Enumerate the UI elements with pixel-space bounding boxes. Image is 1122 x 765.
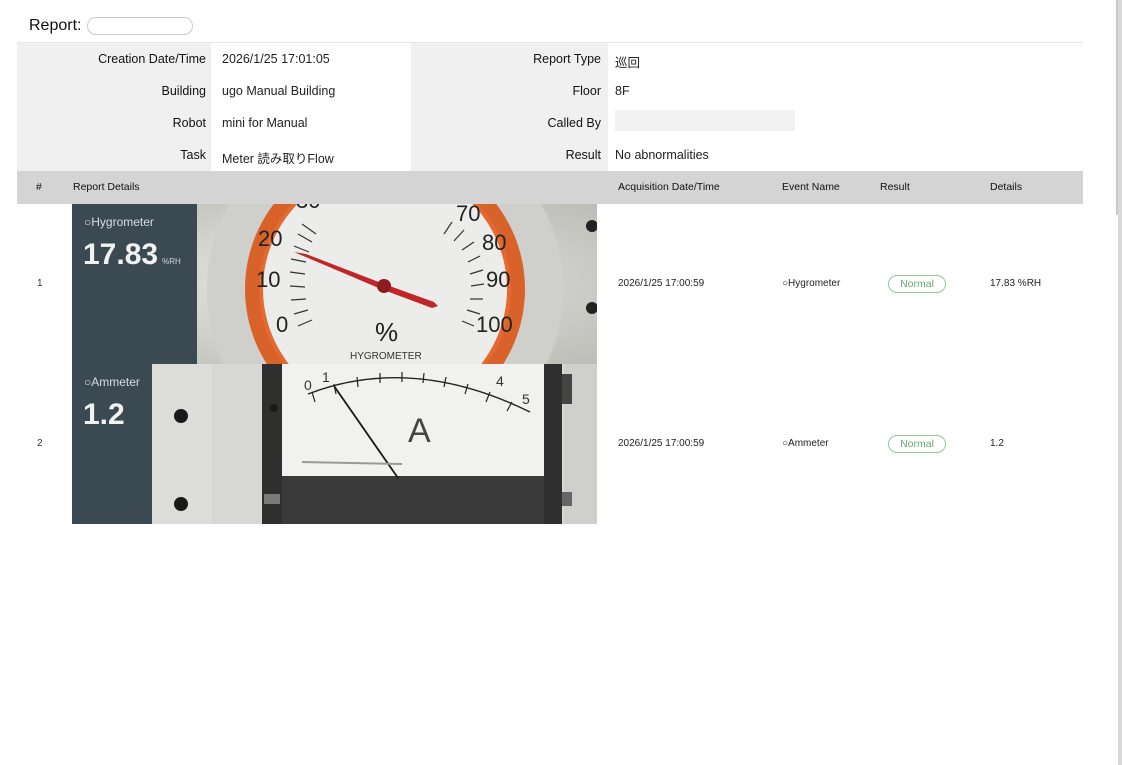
row-index: 1 — [37, 278, 43, 289]
scrollbar[interactable] — [1116, 0, 1122, 765]
tick-label: 0 — [304, 377, 312, 393]
meter-image[interactable]: 0 1 4 5 A ○Ammeter 1.2 — [72, 364, 597, 524]
col-details-header: Details — [990, 181, 1023, 193]
result-details: 17.83 %RH — [990, 278, 1042, 289]
acquisition-datetime: 2026/1/25 17:00:59 — [618, 438, 705, 449]
report-title: Report: — [29, 17, 82, 34]
report-type-value: 巡回 — [615, 56, 641, 70]
result-value: No abnormalities — [615, 148, 709, 162]
col-index-header: # — [36, 181, 42, 193]
reading-overlay: ○Ammeter 1.2 — [72, 364, 152, 524]
result-label: Result — [565, 148, 601, 162]
event-name: ○Hygrometer — [782, 278, 841, 289]
status-badge: Normal — [888, 275, 946, 293]
called-by-label: Called By — [547, 116, 602, 130]
col-report-details-header: Report Details — [73, 181, 140, 193]
building-label: Building — [161, 84, 206, 98]
meter-name: ○Ammeter — [84, 375, 140, 389]
robot-value: mini for Manual — [222, 116, 308, 130]
meter-image[interactable]: 30 20 10 0 70 80 90 100 % HYGROMETER ○Hy… — [72, 204, 597, 364]
gauge-caption: HYGROMETER — [350, 351, 422, 362]
tick-label: 80 — [482, 230, 506, 255]
tick-label: 5 — [522, 391, 530, 407]
task-value: Meter 読み取りFlow — [222, 152, 334, 166]
unit-symbol: % — [375, 317, 398, 347]
tick-label: 0 — [276, 312, 288, 337]
result-details: 1.2 — [990, 438, 1004, 449]
tick-label: 30 — [296, 204, 320, 213]
called-by-value — [615, 110, 795, 131]
unit-symbol: A — [408, 412, 431, 450]
meter-reading: 17.83 %RH — [83, 238, 181, 271]
tick-label: 70 — [456, 204, 480, 226]
reading-unit: %RH — [162, 257, 181, 266]
task-label: Task — [180, 148, 206, 162]
tick-label: 10 — [256, 267, 280, 292]
tick-label: 90 — [486, 267, 510, 292]
tick-label: 20 — [258, 226, 282, 251]
tick-label: 4 — [496, 373, 504, 389]
creation-datetime-value: 2026/1/25 17:01:05 — [222, 52, 330, 66]
col-acquisition-header: Acquisition Date/Time — [618, 181, 720, 193]
meter-name: ○Hygrometer — [84, 215, 154, 229]
report-page: Report: Creation Date/Time 2026/1/25 17:… — [0, 0, 1122, 765]
meter-reading: 1.2 — [83, 398, 125, 431]
reading-overlay: ○Hygrometer 17.83 %RH — [72, 204, 197, 364]
status-badge: Normal — [888, 435, 946, 453]
table-row[interactable]: 2 0 1 4 5 A ○Ammeter 1.2 2026/1/25 17:00… — [17, 364, 1083, 524]
report-type-label: Report Type — [533, 52, 601, 66]
creation-datetime-label: Creation Date/Time — [98, 52, 206, 66]
building-value: ugo Manual Building — [222, 84, 336, 98]
tick-label: 1 — [322, 369, 330, 385]
report-meta: Creation Date/Time 2026/1/25 17:01:05 Bu… — [17, 43, 1083, 171]
report-header: Report: — [29, 17, 194, 35]
col-result-header: Result — [880, 181, 910, 193]
col-event-name-header: Event Name — [782, 181, 840, 193]
event-name: ○Ammeter — [782, 438, 829, 449]
row-index: 2 — [37, 438, 43, 449]
report-name-field[interactable] — [87, 17, 194, 35]
tick-label: 100 — [476, 312, 513, 337]
floor-value: 8F — [615, 84, 630, 98]
table-header: # Report Details Acquisition Date/Time E… — [17, 171, 1083, 204]
floor-label: Floor — [572, 84, 601, 98]
table-row[interactable]: 1 20 10 0 70 80 90 100 % HYGROMETER ○Hyg… — [17, 204, 1083, 365]
acquisition-datetime: 2026/1/25 17:00:59 — [618, 278, 705, 289]
robot-label: Robot — [172, 116, 206, 130]
